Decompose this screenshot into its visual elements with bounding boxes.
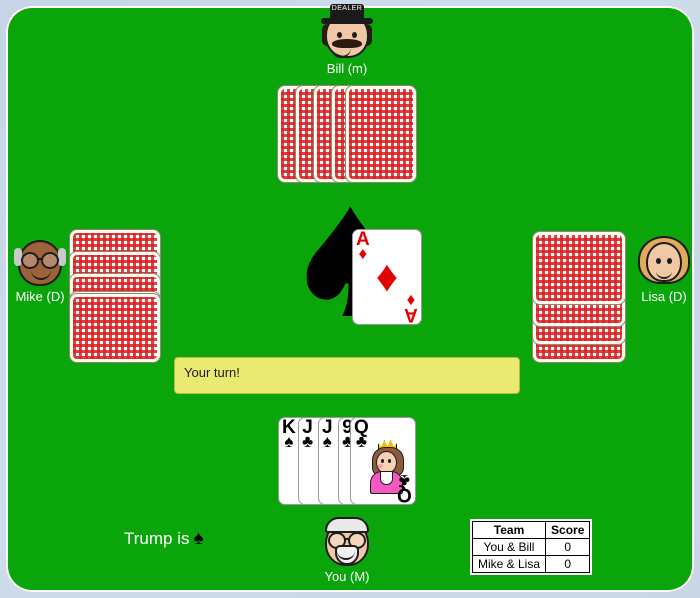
player-south[interactable]: You (M): [317, 512, 377, 584]
queen-eye-left: [381, 459, 384, 463]
glasses-left: [21, 252, 39, 269]
message-text: Your turn!: [184, 365, 240, 380]
eye-left: [656, 258, 661, 264]
trump-suit-icon: ♠: [193, 528, 204, 549]
trump-label-text: Trump is: [124, 529, 190, 548]
table-row: Mike & Lisa 0: [471, 555, 591, 573]
hand-card-2-corner: J ♠: [322, 418, 333, 452]
message-box: Your turn!: [174, 357, 520, 394]
eye-right: [352, 32, 357, 38]
mouth: [31, 268, 51, 280]
card-back: [70, 294, 160, 362]
trump-label: Trump is ♠: [124, 528, 204, 550]
player-west[interactable]: Mike (D): [10, 232, 70, 304]
dealer-badge-label: DEALER: [331, 5, 363, 12]
card-back: [346, 86, 416, 182]
hair-right: [58, 248, 66, 266]
queen-eye-right: [388, 459, 391, 463]
hand-card-4[interactable]: Q ♣ Q ♣: [350, 417, 416, 505]
game-window: DEALER Bill (m) Mike (D) Lisa (D) ♠ A ♦ …: [0, 0, 700, 598]
card-back: [533, 232, 625, 304]
scoreboard-score-0: 0: [545, 538, 591, 556]
scoreboard-header-score: Score: [545, 521, 591, 539]
scoreboard: Team Score You & Bill 0 Mike & Lisa 0: [471, 521, 591, 573]
face: [646, 242, 682, 282]
scoreboard-score-1: 0: [545, 555, 591, 573]
hand-card-4-suit-icon-2: ♣: [399, 470, 411, 490]
scoreboard-header-row: Team Score: [471, 521, 591, 539]
player-east[interactable]: Lisa (D): [634, 232, 694, 304]
player-name-west: Mike (D): [15, 289, 65, 304]
hand-card-2-suit-icon: ♠: [322, 432, 332, 452]
hat-brim: [321, 18, 373, 24]
glasses-bridge: [344, 538, 350, 540]
player-name-north: Bill (m): [326, 61, 368, 76]
scoreboard-team-0: You & Bill: [471, 538, 547, 556]
hand-card-1-corner: J ♣: [302, 418, 314, 452]
played-card-corner-top: A ♦: [356, 230, 370, 262]
glasses-right: [41, 252, 59, 269]
avatar-mike: [12, 232, 68, 288]
mouth: [656, 267, 672, 279]
player-north[interactable]: DEALER Bill (m): [317, 4, 377, 76]
avatar-bill: DEALER: [319, 4, 375, 60]
played-card: A ♦ ♦ A ♦: [352, 229, 422, 325]
hair-white: [325, 517, 369, 533]
glasses-bridge: [37, 258, 43, 260]
eye-right: [667, 258, 672, 264]
queen-cheek: [378, 464, 383, 468]
player-name-south: You (M): [324, 569, 370, 584]
scoreboard-team-1: Mike & Lisa: [471, 555, 547, 573]
played-card-center-pip-icon: ♦: [375, 252, 399, 301]
scoreboard-header-team: Team: [471, 521, 547, 539]
hand-card-1-suit-icon: ♣: [302, 432, 314, 452]
hand-card-4-corner-bottom: Q ♣: [397, 470, 412, 504]
hand-card-0-corner: K ♠: [282, 418, 296, 450]
played-card-corner-bottom: A ♦: [404, 291, 418, 324]
avatar-lisa: [636, 232, 692, 288]
eye-left: [337, 32, 342, 38]
avatar-you: [319, 512, 375, 568]
player-name-east: Lisa (D): [641, 289, 687, 304]
table-row: You & Bill 0: [471, 538, 591, 556]
queen-collar: [380, 471, 393, 485]
